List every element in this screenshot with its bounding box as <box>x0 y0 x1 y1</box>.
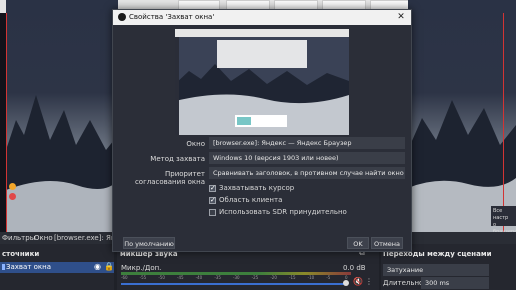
browser-side-icon <box>9 193 16 200</box>
dialog-title: Свойства 'Захват окна' <box>129 13 215 21</box>
selection-border <box>6 13 7 232</box>
meter-tick-label: -15 <box>289 275 296 280</box>
channel-label: Микр./Доп. <box>121 264 162 272</box>
meter-ticks: -60 -55 -50 -45 -40 -35 -30 -25 -20 -15 -10 -5 0 <box>121 275 351 281</box>
meter-tick-label: -20 <box>270 275 277 280</box>
defaults-button[interactable]: По умолчанию <box>123 237 175 249</box>
meter-tick-label: -55 <box>139 275 147 280</box>
force-sdr-label: Использовать SDR принудительно <box>219 208 347 216</box>
settings-icon[interactable]: ⋮ <box>365 277 373 286</box>
capture-preview <box>175 29 349 135</box>
selection-border <box>503 13 504 232</box>
meter-tick-label: -30 <box>233 275 240 280</box>
source-item[interactable]: Захват окна ◉ 🔒 <box>0 262 114 273</box>
client-area-label: Область клиента <box>219 196 283 204</box>
meter-tick-label: -10 <box>307 275 315 280</box>
meter-tick-label: -40 <box>195 275 203 280</box>
window-icon <box>2 264 5 270</box>
meter-tick-label: -45 <box>177 275 184 280</box>
capture-cursor-label: Захватывать курсор <box>219 184 295 192</box>
ok-button[interactable]: OK <box>347 237 369 249</box>
force-sdr-checkbox[interactable] <box>209 209 216 216</box>
close-icon[interactable]: ✕ <box>394 11 408 24</box>
browser-side-icon <box>9 183 16 190</box>
info-text: о браузере <box>493 222 516 232</box>
lock-icon[interactable]: 🔒 <box>104 262 114 271</box>
mute-icon[interactable]: 🔇 <box>353 277 363 286</box>
priority-label: Приоритет согласования окна <box>134 170 205 186</box>
landscape-left <box>6 0 118 232</box>
sources-title: сточники <box>2 250 40 258</box>
meter-tick-label: -50 <box>158 275 165 280</box>
method-label: Метод захвата <box>150 155 205 163</box>
source-label: Захват окна <box>6 263 52 271</box>
volume-handle[interactable] <box>343 280 349 286</box>
properties-dialog: Свойства 'Захват окна' ✕ Окно [browser.e… <box>112 9 412 252</box>
meter-tick-label: -5 <box>326 275 331 280</box>
sources-dock: сточники Захват окна ◉ 🔒 <box>0 244 114 290</box>
priority-select[interactable]: Сравнивать заголовок, в противном случае… <box>209 167 405 179</box>
capture-cursor-checkbox[interactable] <box>209 184 216 192</box>
info-text: Все настр <box>493 208 509 221</box>
dialog-titlebar: Свойства 'Захват окна' ✕ <box>113 10 411 25</box>
method-select[interactable]: Windows 10 (версия 1903 или новее) <box>209 152 405 164</box>
meter-tick-label: -60 <box>121 275 128 280</box>
eye-icon[interactable]: ◉ <box>94 262 101 271</box>
window-label: Окно <box>34 234 53 242</box>
db-value: 0.0 dB <box>343 264 366 272</box>
obs-icon <box>118 13 126 21</box>
meter-tick-label: -35 <box>214 275 221 280</box>
window-label: Окно <box>186 140 205 148</box>
duration-input[interactable]: 300 ms <box>421 277 489 289</box>
cancel-button[interactable]: Отмена <box>371 237 403 249</box>
landscape-right <box>408 0 516 232</box>
client-area-checkbox[interactable] <box>209 196 216 204</box>
window-select[interactable]: [browser.exe]: Яндекс — Яндекс Браузер <box>209 137 405 149</box>
meter-tick-label: -25 <box>251 275 259 280</box>
filters-button[interactable]: Фильтры <box>2 234 35 242</box>
volume-slider[interactable] <box>121 283 345 285</box>
browser-info-card: Все настр о браузере <box>491 206 516 232</box>
transition-select[interactable]: Затухание <box>383 264 489 276</box>
